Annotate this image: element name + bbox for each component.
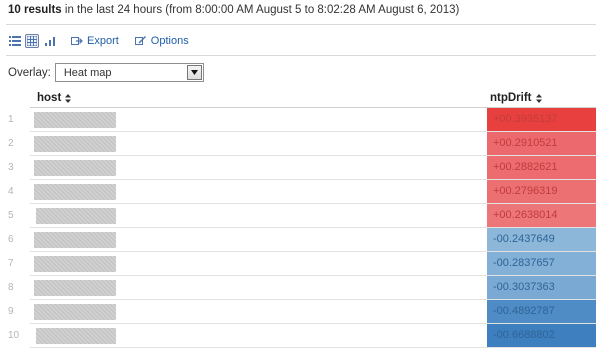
table-row[interactable]: 3 +00.2882621 bbox=[0, 156, 602, 180]
header-divider bbox=[6, 24, 596, 25]
row-number: 7 bbox=[8, 258, 14, 269]
host-value-redacted bbox=[34, 136, 116, 152]
host-value-redacted bbox=[34, 232, 116, 248]
host-value-redacted bbox=[34, 160, 116, 176]
table-row[interactable]: 1 +00.3935137 bbox=[0, 108, 602, 132]
column-header-host-label: host bbox=[37, 92, 62, 104]
chart-icon[interactable] bbox=[43, 33, 57, 49]
overlay-label: Overlay: bbox=[8, 66, 51, 79]
ntpdrift-cell: +00.3935137 bbox=[487, 108, 596, 131]
results-table: 1 +00.3935137 2 +00.2910521 3 +00.288262… bbox=[0, 108, 602, 348]
column-header-ntpdrift-label: ntpDrift bbox=[490, 92, 532, 104]
list-icon[interactable] bbox=[8, 33, 22, 49]
table-row[interactable]: 6 -00.2437649 bbox=[0, 228, 602, 252]
overlay-select[interactable]: Heat map bbox=[54, 63, 204, 82]
host-value-redacted bbox=[34, 184, 116, 200]
ntpdrift-cell: -00.6688802 bbox=[487, 324, 596, 347]
table-row[interactable]: 2 +00.2910521 bbox=[0, 132, 602, 156]
ntpdrift-cell: +00.2638014 bbox=[487, 204, 596, 227]
row-number: 5 bbox=[8, 210, 14, 221]
results-time-range: in the last 24 hours (from 8:00:00 AM Au… bbox=[61, 4, 460, 16]
host-value-redacted bbox=[34, 304, 116, 320]
host-value-redacted bbox=[36, 328, 116, 344]
toolbar-divider bbox=[6, 55, 596, 56]
column-header-host[interactable]: host bbox=[37, 92, 72, 104]
row-divider bbox=[30, 347, 596, 348]
host-value-redacted bbox=[36, 208, 116, 224]
edit-icon bbox=[134, 36, 146, 45]
ntpdrift-cell: -00.2437649 bbox=[487, 228, 596, 251]
row-number: 3 bbox=[8, 162, 14, 173]
table-row[interactable]: 5 +00.2638014 bbox=[0, 204, 602, 228]
options-button[interactable]: Options bbox=[134, 35, 189, 47]
column-header-ntpdrift[interactable]: ntpDrift bbox=[490, 92, 542, 104]
results-summary: 10 results in the last 24 hours (from 8:… bbox=[8, 4, 459, 16]
row-number: 2 bbox=[8, 138, 14, 149]
row-number: 4 bbox=[8, 186, 14, 197]
ntpdrift-cell: -00.2837657 bbox=[487, 252, 596, 275]
row-number: 8 bbox=[8, 282, 14, 293]
table-row[interactable]: 9 -00.4892787 bbox=[0, 300, 602, 324]
host-value-redacted bbox=[34, 112, 116, 128]
table-icon[interactable] bbox=[25, 34, 39, 48]
results-toolbar: Export Options bbox=[8, 33, 205, 49]
sort-icon bbox=[535, 93, 542, 103]
row-number: 1 bbox=[8, 114, 14, 125]
table-row[interactable]: 10 -00.6688802 bbox=[0, 324, 602, 348]
overlay-selected-value: Heat map bbox=[63, 66, 112, 79]
host-value-redacted bbox=[34, 280, 116, 296]
row-number: 10 bbox=[8, 330, 20, 341]
results-count: 10 results bbox=[8, 4, 62, 16]
options-label: Options bbox=[150, 35, 189, 47]
ntpdrift-cell: +00.2882621 bbox=[487, 156, 596, 179]
export-label: Export bbox=[87, 35, 119, 47]
ntpdrift-cell: -00.3037363 bbox=[487, 276, 596, 299]
export-icon bbox=[71, 37, 83, 45]
table-row[interactable]: 8 -00.3037363 bbox=[0, 276, 602, 300]
host-value-redacted bbox=[34, 256, 116, 272]
sort-icon bbox=[65, 93, 72, 103]
overlay-control: Overlay: Heat map bbox=[8, 63, 204, 82]
row-number: 9 bbox=[8, 306, 14, 317]
export-button[interactable]: Export bbox=[71, 35, 119, 47]
table-row[interactable]: 4 +00.2796319 bbox=[0, 180, 602, 204]
row-number: 6 bbox=[8, 234, 14, 245]
ntpdrift-cell: +00.2796319 bbox=[487, 180, 596, 203]
ntpdrift-cell: -00.4892787 bbox=[487, 300, 596, 323]
ntpdrift-cell: +00.2910521 bbox=[487, 132, 596, 155]
dropdown-arrow-icon[interactable] bbox=[186, 65, 202, 80]
table-row[interactable]: 7 -00.2837657 bbox=[0, 252, 602, 276]
